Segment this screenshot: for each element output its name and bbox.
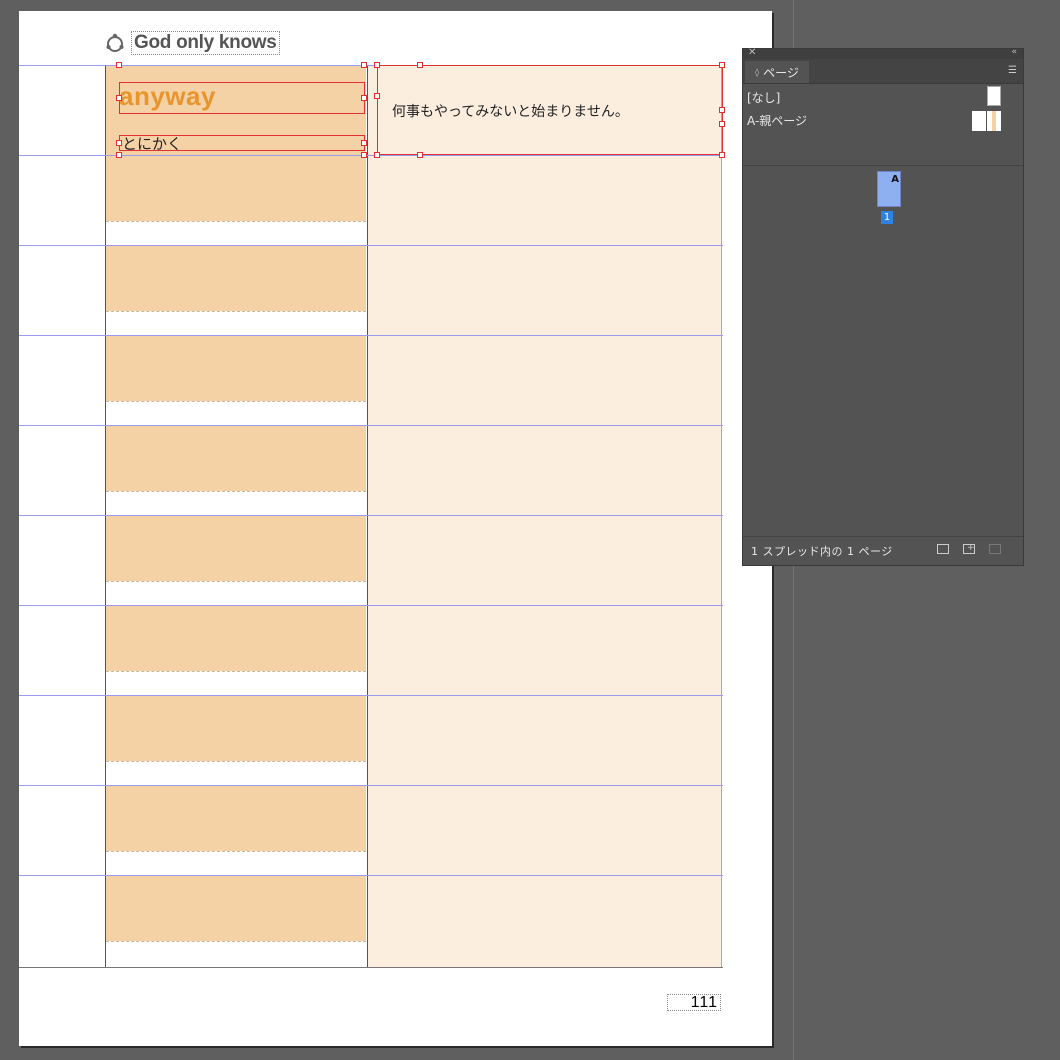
right-cell xyxy=(368,155,722,245)
left-cell-blank xyxy=(106,761,366,786)
master-none-row[interactable]: [なし] xyxy=(747,86,780,108)
selection-handle[interactable] xyxy=(361,95,367,101)
right-cell xyxy=(368,605,722,695)
selection-handle[interactable] xyxy=(417,62,423,68)
left-cell xyxy=(106,695,366,761)
close-icon[interactable]: ✕ xyxy=(748,47,756,58)
selection-handle[interactable] xyxy=(116,152,122,158)
tab-pages[interactable]: ◊ ページ xyxy=(745,61,809,83)
guide-line xyxy=(19,335,723,336)
tab-arrows-icon: ◊ xyxy=(755,67,760,77)
page-number-label[interactable]: 1 xyxy=(881,211,893,224)
right-cell xyxy=(368,695,722,785)
left-cell xyxy=(106,155,366,221)
guide-line xyxy=(19,875,723,876)
selection-handle[interactable] xyxy=(374,62,380,68)
selection-handle[interactable] xyxy=(361,152,367,158)
selection-handle[interactable] xyxy=(116,140,122,146)
sync-circle-icon xyxy=(105,33,125,53)
guide-line xyxy=(19,245,723,246)
panel-divider xyxy=(743,165,1023,166)
left-cell xyxy=(106,605,366,671)
header-title[interactable]: God only knows xyxy=(131,31,280,55)
body-text[interactable]: 何事もやってみないと始まりません。 xyxy=(392,101,629,121)
page-master-letter: A xyxy=(891,174,899,185)
guide-line xyxy=(19,155,723,156)
left-cell-blank xyxy=(106,311,366,336)
left-cell-blank xyxy=(106,221,366,246)
right-cell xyxy=(368,245,722,335)
right-cell xyxy=(368,875,722,968)
guide-line xyxy=(19,695,723,696)
selection-handle[interactable] xyxy=(116,95,122,101)
selection-handle[interactable] xyxy=(361,62,367,68)
tab-pages-label: ページ xyxy=(763,65,799,80)
footer-toolbar: + xyxy=(937,543,1001,554)
master-none-label: [なし] xyxy=(747,90,781,105)
left-cell xyxy=(106,785,366,851)
master-parent-thumbnail[interactable] xyxy=(972,111,1002,131)
master-parent-row[interactable]: A-親ページ xyxy=(747,109,807,131)
subheading-text[interactable]: とにかく xyxy=(122,133,182,154)
right-cell xyxy=(368,785,722,875)
delete-page-icon[interactable] xyxy=(989,544,1001,554)
selection-handle[interactable] xyxy=(374,152,380,158)
guide-line xyxy=(19,515,723,516)
page-count-text: 1 スプレッド内の 1 ページ xyxy=(751,545,893,558)
right-cell xyxy=(368,515,722,605)
left-cell-blank xyxy=(106,401,366,426)
panel-menu-icon[interactable]: ☰ xyxy=(1008,65,1017,76)
left-cell xyxy=(106,515,366,581)
page-header: God only knows xyxy=(105,31,280,55)
selection-handle[interactable] xyxy=(719,107,725,113)
pages-panel[interactable]: ✕ « ◊ ページ ☰ [なし] A-親ページ A 1 1 スプレッド内の 1 … xyxy=(742,47,1024,566)
left-cell-blank xyxy=(106,851,366,876)
left-cell-blank xyxy=(106,491,366,516)
left-cell xyxy=(106,335,366,401)
guide-line xyxy=(19,967,723,968)
right-cell xyxy=(368,335,722,425)
left-cell xyxy=(106,875,366,941)
selection-handle[interactable] xyxy=(116,62,122,68)
guide-line xyxy=(19,605,723,606)
master-right-page xyxy=(987,111,1001,131)
selection-handle[interactable] xyxy=(361,140,367,146)
master-none-thumbnail[interactable] xyxy=(987,86,1001,106)
column-rule xyxy=(721,65,722,968)
selection-handle[interactable] xyxy=(719,62,725,68)
selection-handle[interactable] xyxy=(719,121,725,127)
left-cell xyxy=(106,425,366,491)
selection-handle[interactable] xyxy=(374,93,380,99)
master-left-page xyxy=(972,111,986,131)
layout-grid xyxy=(19,65,723,969)
left-cell-blank xyxy=(106,941,366,969)
collapse-icon[interactable]: « xyxy=(1011,47,1017,57)
left-cell xyxy=(106,245,366,311)
guide-line xyxy=(19,425,723,426)
panel-footer: 1 スプレッド内の 1 ページ + xyxy=(743,536,1023,565)
edit-page-size-icon[interactable] xyxy=(937,544,949,554)
master-parent-label: A-親ページ xyxy=(747,113,808,128)
panel-tab-bar: ◊ ページ ☰ xyxy=(743,59,1023,84)
panel-titlebar[interactable]: ✕ « xyxy=(743,47,1023,59)
column-rule xyxy=(105,65,106,968)
selection-handle[interactable] xyxy=(417,152,423,158)
page-thumbnail[interactable]: A xyxy=(877,171,901,207)
heading-text[interactable]: anyway xyxy=(119,81,216,112)
guide-line xyxy=(19,785,723,786)
left-cell-blank xyxy=(106,581,366,606)
left-cell-blank xyxy=(106,671,366,696)
right-cell xyxy=(368,425,722,515)
page-number[interactable]: 111 xyxy=(667,994,721,1011)
selection-handle[interactable] xyxy=(719,152,725,158)
new-page-icon[interactable]: + xyxy=(963,543,975,554)
column-rule xyxy=(367,65,368,968)
document-page[interactable]: God only knows anyway とにかく 何事もやってみないと始まり… xyxy=(19,11,772,1046)
